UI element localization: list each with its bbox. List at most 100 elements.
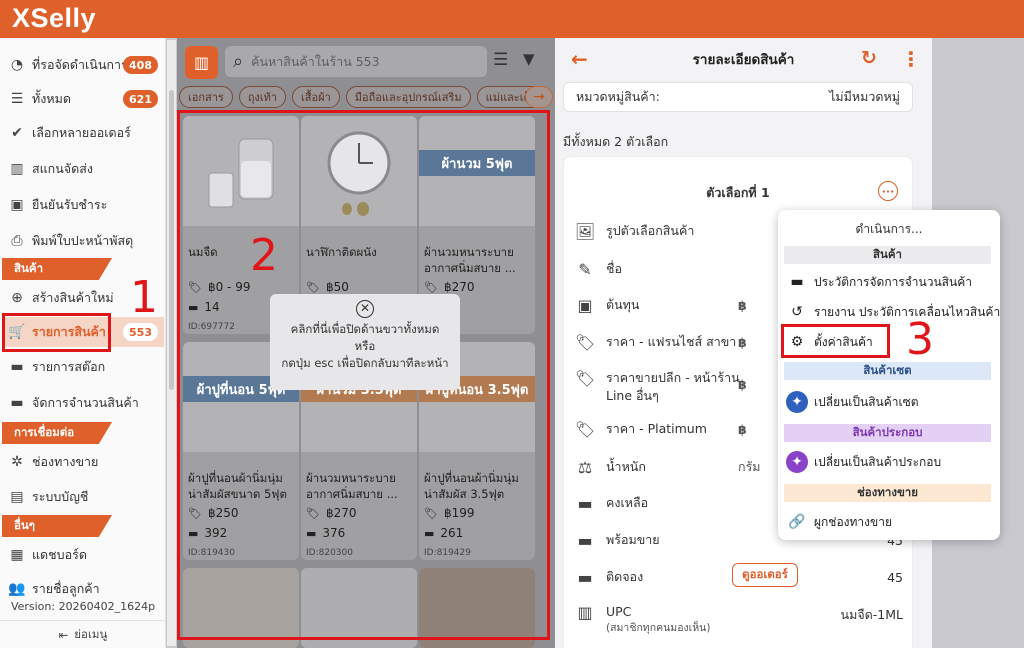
sidebar-item-all[interactable]: ☰ ทั้งหมด 621 (8, 84, 164, 114)
highlight-box-1 (2, 313, 111, 352)
popup-section-product: สินค้า (784, 246, 991, 264)
refresh-icon[interactable]: ↻ (861, 47, 877, 69)
barcode-icon: ▥ (10, 161, 24, 177)
sidebar-item-label: แดชบอร์ด (32, 547, 87, 562)
row-unit: ฿ (738, 334, 747, 350)
popup-title: ดำเนินการ... (855, 222, 923, 236)
highlight-box-3 (781, 324, 890, 358)
row-label: น้ำหนัก (606, 459, 646, 474)
circle-progress-icon: ◔ (10, 57, 24, 73)
search-input[interactable]: ⌕ ค้นหาสินค้าในร้าน 553 (225, 46, 487, 77)
version-text: Version: 20260402_1624p (10, 600, 156, 613)
list-icon: ☰ (10, 91, 24, 107)
plus-circle-icon: ⊕ (11, 290, 23, 306)
xselly-logo[interactable]: XSelly (12, 3, 96, 34)
step-number-3: 3 (906, 314, 934, 365)
sidebar-item-confirm-payment[interactable]: ▣ ยืนยันรับชำระ (8, 190, 164, 220)
category-field[interactable]: หมวดหมู่สินค้า: ไม่มีหมวดหมู่ (563, 82, 913, 112)
back-arrow-icon[interactable]: ← (571, 47, 588, 71)
option-menu-icon[interactable]: ··· (878, 181, 898, 201)
list-view-icon[interactable]: ☰ (493, 50, 508, 70)
row-label: พร้อมขาย (606, 532, 660, 547)
tag-icon: 🏷 (574, 332, 596, 352)
arrow-right-icon: → (533, 89, 545, 105)
collapse-menu-button[interactable]: ⇤ ย่อเมนู (0, 620, 166, 648)
sidebar-item-label: ทั้งหมด (32, 91, 71, 106)
menu-item-movement-report[interactable]: ↺ รายงาน ประวัติการเคลื่อนไหวสินค้า (786, 300, 1000, 324)
option-count: มีทั้งหมด 2 ตัวเลือก (563, 134, 669, 149)
row-label: ชื่อ (606, 261, 622, 276)
box-icon: ▬ (10, 395, 24, 411)
sidebar-item-label: สร้างสินค้าใหม่ (32, 290, 114, 305)
filter-icon[interactable]: ▼ (523, 50, 535, 68)
view-orders-button[interactable]: ดูออเดอร์ (732, 563, 798, 587)
sidebar-item-multi-order[interactable]: ✔ เลือกหลายออเดอร์ (8, 118, 164, 148)
section-connect: การเชื่อมต่อ (2, 422, 112, 444)
document-icon: ▤ (10, 489, 24, 505)
money-icon: ▣ (577, 295, 593, 315)
sidebar-item-label: ยืนยันรับชำระ (32, 197, 108, 212)
row-label: ติดจอง (606, 569, 644, 584)
category-chip[interactable]: เอกสาร (179, 86, 233, 108)
sidebar-item-label: ระบบบัญชี (32, 489, 89, 504)
sidebar-item-print-label[interactable]: ⎙ พิมพ์ใบปะหน้าพัสดุ (8, 226, 164, 256)
tag-icon: 🏷 (574, 369, 596, 388)
sidebar-item-scan-ship[interactable]: ▥ สแกนจัดส่ง (8, 154, 164, 184)
search-placeholder: ค้นหาสินค้าในร้าน 553 (251, 53, 380, 69)
row-label: ราคาขายปลีก - หน้าร้าน Line อื่นๆ (606, 370, 740, 403)
collapse-left-icon: ⇤ (58, 627, 69, 642)
row-unit: ฿ (738, 377, 747, 392)
option-row-upc[interactable]: ▥ UPC (สมาชิกทุกคนมองเห็น) นมจืด-1ML (574, 603, 909, 637)
popup-section-channel: ช่องทางขาย (784, 484, 991, 502)
menu-item-link-channel[interactable]: 🔗 ผูกช่องทางขาย (786, 510, 996, 534)
row-label: ต้นทุน (606, 297, 640, 312)
category-label: หมวดหมู่สินค้า: (576, 89, 660, 104)
row-label: คงเหลือ (606, 495, 649, 510)
menu-item-label: ผูกช่องทางขาย (814, 514, 892, 529)
sidebar-item-label: รายชื่อลูกค้า (32, 581, 100, 596)
popup-section-set: สินค้าเซต (784, 362, 991, 380)
sidebar-item-manage-quantity[interactable]: ▬ จัดการจำนวนสินค้า (8, 388, 164, 418)
sidebar-item-sales-channel[interactable]: ✲ ช่องทางขาย (8, 447, 164, 477)
category-chip[interactable]: มือถือและอุปกรณ์เสริม (345, 86, 471, 108)
sidebar-item-stock-list[interactable]: ▬ รายการสต๊อก (8, 352, 164, 382)
count-badge: 553 (123, 323, 158, 341)
menu-item-quantity-history[interactable]: ▬ ประวัติการจัดการจำนวนสินค้า (786, 270, 996, 294)
link-icon: 🔗 (788, 514, 806, 530)
box-icon: ▬ (577, 567, 593, 587)
sidebar-scrollbar[interactable] (167, 40, 176, 646)
row-label: ราคา - Platimum (606, 421, 707, 436)
sidebar-item-accounting[interactable]: ▤ ระบบบัญชี (8, 482, 164, 512)
category-chip[interactable]: เสื้อผ้า (292, 86, 340, 108)
edit-icon: ✎ (578, 259, 592, 279)
menu-item-convert-to-bundle[interactable]: ✦ เปลี่ยนเป็นสินค้าประกอบ (786, 450, 996, 474)
count-badge: 621 (123, 90, 158, 108)
menu-item-convert-to-set[interactable]: ✦ เปลี่ยนเป็นสินค้าเซต (786, 390, 996, 414)
category-chips: เอกสาร ถุงเท้า เสื้อผ้า มือถือและอุปกรณ์… (179, 86, 555, 110)
barcode-scan-button[interactable]: ▥ (185, 46, 218, 79)
barcode-icon: ▥ (577, 603, 593, 622)
image-icon: 🖼 (574, 221, 596, 241)
history-icon: ↺ (791, 304, 803, 320)
sidebar-item-label: พิมพ์ใบปะหน้าพัสดุ (32, 233, 134, 248)
sidebar-item-dashboard[interactable]: ▦ แดชบอร์ด (8, 540, 164, 570)
sidebar-item-label: เลือกหลายออเดอร์ (32, 125, 131, 140)
category-chip[interactable]: ถุงเท้า (238, 86, 287, 108)
sidebar-item-pending[interactable]: ◔ ที่รอจัดดำเนินการ 408 (8, 50, 164, 80)
chips-scroll-right-button[interactable]: → (525, 86, 553, 108)
row-label: UPC (606, 604, 632, 619)
box-icon: ▬ (790, 274, 804, 290)
users-icon: 👥 (8, 581, 26, 597)
tag-icon: 🏷 (574, 419, 596, 439)
box-icon: ▬ (577, 530, 593, 550)
bundle-product-icon: ✦ (786, 451, 808, 473)
sidebar-item-label: ที่รอจัดดำเนินการ (32, 57, 128, 72)
menu-item-label: เปลี่ยนเป็นสินค้าเซต (814, 394, 919, 409)
more-vertical-icon[interactable]: ⋮ (901, 47, 921, 71)
printer-icon: ⎙ (11, 233, 23, 249)
row-unit: ฿ (738, 421, 747, 437)
search-icon: ⌕ (233, 51, 244, 72)
category-value: ไม่มีหมวดหมู่ (829, 89, 900, 104)
option-title: ตัวเลือกที่ 1 (706, 185, 770, 200)
sidebar-item-label: รายการสต๊อก (32, 359, 106, 374)
